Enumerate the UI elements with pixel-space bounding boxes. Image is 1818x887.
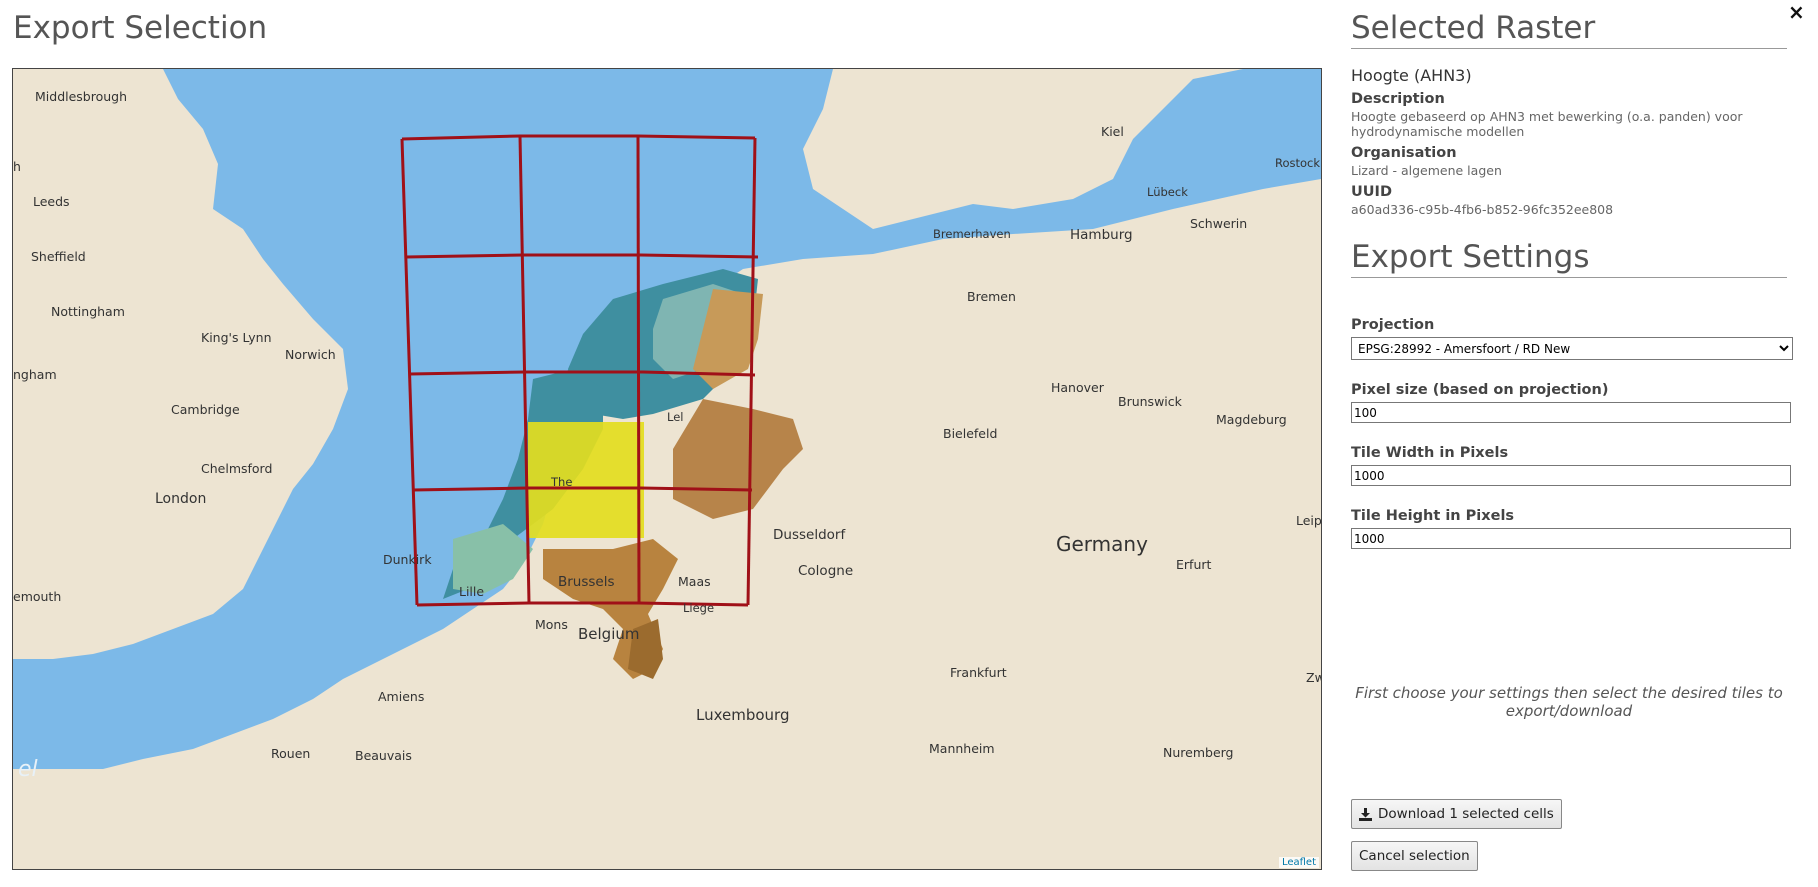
uuid-value: a60ad336-c95b-4fb6-b852-96fc352ee808 [1351,202,1614,217]
projection-label: Projection [1351,317,1435,333]
map-label: Rostock [1275,156,1320,170]
selected-raster-heading: Selected Raster [1351,10,1787,49]
map-label: Bremerhaven [933,227,1011,241]
map-label: el [18,757,38,782]
instruction-hint: First choose your settings then select t… [1355,684,1783,720]
map-label: ngham [13,367,57,382]
map-label: Schwerin [1190,216,1247,231]
map-label: Mons [535,617,568,632]
map-label: Bielefeld [943,426,997,441]
map-label: Rouen [271,746,310,761]
map-label: Hamburg [1070,227,1133,243]
map-label: Dunkirk [383,552,432,567]
map-label: Cambridge [171,402,240,417]
description-label: Description [1351,91,1445,107]
map-label: Lübeck [1147,185,1188,199]
map-label: Leip [1296,513,1321,528]
map-label: Bremen [967,289,1016,304]
page-title: Export Selection [13,10,268,46]
side-panel: Selected Raster Hoogte (AHN3) Descriptio… [1351,10,1793,549]
map-label: Kiel [1101,124,1124,139]
map-label: Nuremberg [1163,745,1233,760]
map-label: Brussels [558,574,615,590]
map-label: Dusseldorf [773,527,846,543]
map-label: The [550,475,572,489]
map-label: Middlesbrough [35,89,127,104]
map-label: Leeds [33,194,70,209]
organisation-value: Lizard - algemene lagen [1351,163,1502,178]
map-label: King's Lynn [201,330,272,345]
map-label: h [13,159,21,174]
map-label: Magdeburg [1216,412,1287,427]
pixel-size-label: Pixel size (based on projection) [1351,382,1609,398]
uuid-label: UUID [1351,184,1392,200]
raster-name: Hoogte (AHN3) [1351,66,1472,85]
map-label: Belgium [578,625,640,643]
map-label: Amiens [378,689,424,704]
map-label: Beauvais [355,748,412,763]
map-label: Nottingham [51,304,125,319]
map-label: Brunswick [1118,394,1183,409]
map-label: Luxembourg [696,706,790,724]
map-label: Chelmsford [201,461,272,476]
map-label: Germany [1056,532,1148,556]
description-value: Hoogte gebaseerd op AHN3 met bewerking (… [1351,109,1743,139]
pixel-size-input[interactable] [1351,402,1791,423]
organisation-label: Organisation [1351,145,1457,161]
selected-cell[interactable] [528,422,644,538]
tile-height-label: Tile Height in Pixels [1351,508,1515,524]
map-view[interactable]: Middlesbrough Leeds Sheffield Nottingham… [12,68,1322,870]
map-label: Lille [459,584,484,599]
download-button[interactable]: Download 1 selected cells [1351,799,1562,829]
map-label: London [155,491,206,507]
tile-width-input[interactable] [1351,465,1791,486]
close-icon[interactable]: × [1788,0,1805,24]
download-button-label: Download 1 selected cells [1378,806,1554,822]
leaflet-attribution-link[interactable]: Leaflet [1278,857,1319,868]
tile-height-input[interactable] [1351,528,1791,549]
map-label: Erfurt [1176,557,1211,572]
map-label: Mannheim [929,741,995,756]
map-label: Sheffield [31,249,86,264]
cancel-button-label: Cancel selection [1359,848,1470,864]
map-label: Maas [678,574,711,589]
export-settings-heading: Export Settings [1351,239,1787,278]
tile-width-label: Tile Width in Pixels [1351,445,1509,461]
map-label: Norwich [285,347,336,362]
projection-select[interactable]: EPSG:28992 - Amersfoort / RD New [1351,337,1793,360]
map-label: emouth [13,589,61,604]
map-label: Frankfurt [950,665,1007,680]
map-label: Zw [1306,670,1321,685]
map-label: Liege [683,601,714,615]
download-icon [1359,807,1372,821]
map-canvas[interactable]: Middlesbrough Leeds Sheffield Nottingham… [13,69,1321,869]
map-label: Cologne [798,563,853,579]
cancel-selection-button[interactable]: Cancel selection [1351,841,1478,871]
map-label: Lel [667,410,683,424]
map-label: Hanover [1051,380,1105,395]
